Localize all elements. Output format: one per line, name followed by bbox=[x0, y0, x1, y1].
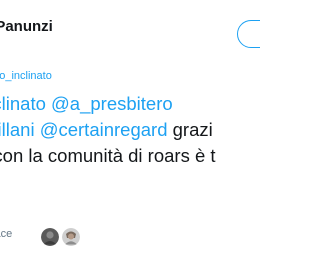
liker-avatar[interactable] bbox=[41, 228, 59, 246]
author-name[interactable]: o Panunzi bbox=[0, 18, 53, 35]
avatar-dark-photo-icon bbox=[41, 228, 59, 246]
mention-link[interactable]: avillani @certainregard bbox=[0, 119, 167, 140]
reply-to-link[interactable]: ano_inclinato bbox=[0, 70, 52, 82]
follow-button[interactable] bbox=[237, 20, 260, 48]
tweet-text-segment: grazi bbox=[167, 119, 213, 140]
likes-label[interactable]: piace bbox=[0, 228, 12, 240]
tweet-line: avillani @certainregard grazi bbox=[0, 117, 216, 143]
tweet-line: e con la comunità di roars è t bbox=[0, 143, 216, 169]
avatar-light-photo-icon bbox=[62, 228, 80, 246]
liker-avatar[interactable] bbox=[62, 228, 80, 246]
tweet-card: o Panunzi nzi ano_inclinato inclinato @a… bbox=[0, 0, 260, 260]
mention-link[interactable]: inclinato @a_presbitero bbox=[0, 93, 173, 114]
tweet-text: inclinato @a_presbitero avillani @certain… bbox=[0, 91, 216, 169]
tweet-line: inclinato @a_presbitero bbox=[0, 91, 216, 117]
tweet-text-segment: e con la comunità di roars è t bbox=[0, 145, 216, 166]
